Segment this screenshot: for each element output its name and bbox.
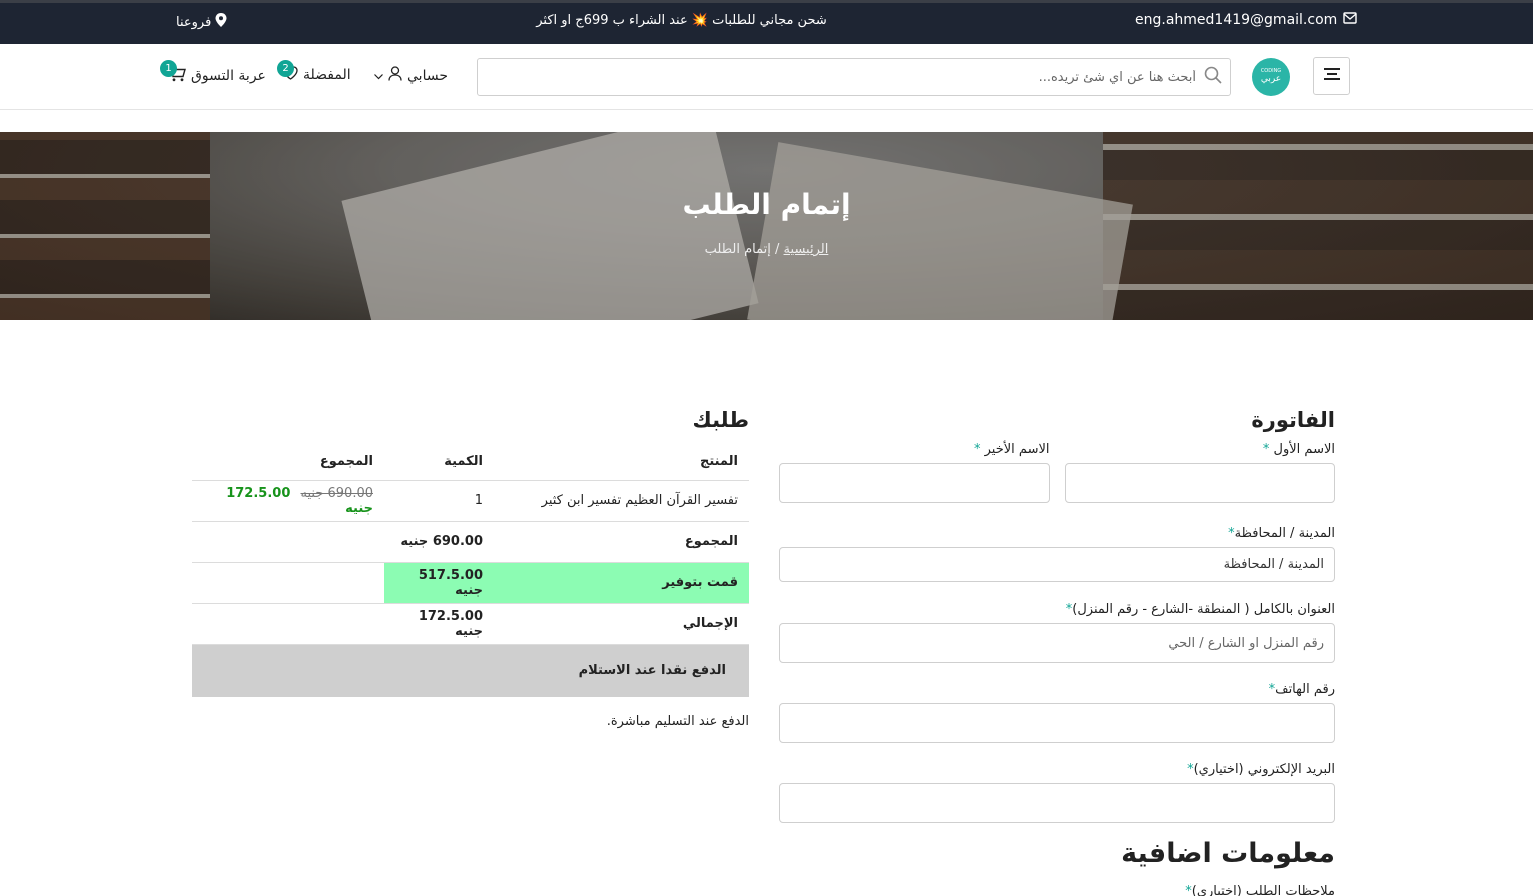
phone-group: رقم الهاتف* xyxy=(779,682,1335,743)
email-label: البريد الإلكتروني (اختياري)* xyxy=(779,762,1335,777)
phone-field[interactable] xyxy=(779,703,1335,743)
savings-empty xyxy=(192,562,384,604)
phone-label: رقم الهاتف* xyxy=(779,682,1335,697)
favorites-count-badge: 2 xyxy=(277,60,294,77)
city-label-text: المدينة / المحافظة xyxy=(1234,526,1335,541)
savings-value: 517.5.00 جنيه xyxy=(384,562,494,604)
breadcrumb-current: إتمام الطلب xyxy=(704,242,771,257)
user-icon xyxy=(388,66,402,85)
site-logo[interactable]: CODING عربي xyxy=(1252,58,1290,96)
subtotal-row: المجموع 690.00 جنيه xyxy=(192,521,749,563)
favorites-link[interactable]: المفضلة 2 xyxy=(277,60,351,84)
main-header: CODING عربي حسابي المفضلة 2 عربة التسوق … xyxy=(0,44,1533,110)
product-qty: 1 xyxy=(384,480,494,522)
last-name-label: الاسم الأخير * xyxy=(779,442,1050,457)
payment-description: الدفع عند التسليم مباشرة. xyxy=(606,713,749,729)
last-name-group: الاسم الأخير * xyxy=(779,442,1050,503)
chevron-down-icon xyxy=(374,68,383,84)
order-table: المنتج الكمية المجموع تفسير القرآن العظي… xyxy=(192,444,749,645)
order-notes-label: ملاحظات الطلب (اختياري)* xyxy=(779,884,1335,896)
address-group: العنوان بالكامل ( المنطقة -الشارع - رقم … xyxy=(779,602,1335,663)
order-title: طلبك xyxy=(692,408,749,432)
address-label-text: العنوان بالكامل ( المنطقة -الشارع - رقم … xyxy=(1072,602,1335,617)
product-name: تفسير القرآن العظيم تفسير ابن كثير xyxy=(494,480,749,522)
required-mark: * xyxy=(973,442,981,457)
first-name-label-text: الاسم الأول xyxy=(1273,442,1335,457)
email-label-text: البريد الإلكتروني (اختياري) xyxy=(1193,762,1335,777)
product-price: 690.00 جنيه 172.5.00 جنيه xyxy=(192,480,384,522)
subtotal-label: المجموع xyxy=(494,521,749,563)
address-label: العنوان بالكامل ( المنطقة -الشارع - رقم … xyxy=(779,602,1335,617)
banner-overlay xyxy=(0,132,1533,320)
account-label[interactable]: حسابي xyxy=(407,68,448,84)
page-banner: إتمام الطلب الرئيسية / إتمام الطلب xyxy=(0,132,1533,320)
payment-method-cod[interactable]: الدفع نقدا عند الاستلام xyxy=(192,644,749,697)
breadcrumb-separator: / xyxy=(775,242,780,257)
cart-label[interactable]: عربة التسوق xyxy=(191,68,266,84)
order-notes-label-text: ملاحظات الطلب (اختياري) xyxy=(1191,884,1335,896)
search-input[interactable] xyxy=(486,69,1196,85)
savings-label: قمت بتوفير xyxy=(494,562,749,604)
first-name-field[interactable] xyxy=(1064,463,1335,503)
heart-icon: 2 xyxy=(277,60,298,84)
additional-info-title: معلومات اضافية xyxy=(1121,838,1335,869)
favorites-label[interactable]: المفضلة xyxy=(303,67,351,83)
cart-count-badge: 1 xyxy=(160,60,177,77)
table-row: تفسير القرآن العظيم تفسير ابن كثير 1 690… xyxy=(192,480,749,522)
cart-icon: 1 xyxy=(160,60,186,86)
col-product: المنتج xyxy=(494,444,749,481)
page-title: إتمام الطلب xyxy=(682,188,851,221)
last-name-label-text: الاسم الأخير xyxy=(984,442,1050,457)
old-price: 690.00 جنيه xyxy=(300,485,373,501)
menu-toggle-button[interactable] xyxy=(1313,57,1350,95)
search-icon[interactable] xyxy=(1204,66,1222,88)
total-label: الإجمالي xyxy=(494,603,749,645)
search-bar xyxy=(477,58,1231,96)
last-name-field[interactable] xyxy=(779,463,1050,503)
order-table-header: المنتج الكمية المجموع xyxy=(192,444,749,481)
first-name-group: الاسم الأول * xyxy=(1064,442,1335,503)
first-name-label: الاسم الأول * xyxy=(1065,442,1335,457)
account-menu[interactable]: حسابي xyxy=(374,66,448,85)
subtotal-empty xyxy=(192,521,384,563)
name-row: الاسم الأول * الاسم الأخير * xyxy=(779,442,1335,503)
city-group: المدينة / المحافظة* المدينة / المحافظة xyxy=(779,526,1335,582)
map-pin-icon xyxy=(215,13,227,31)
col-quantity: الكمية xyxy=(384,444,494,481)
city-label: المدينة / المحافظة* xyxy=(779,526,1335,541)
branches-label[interactable]: فروعنا xyxy=(176,15,211,30)
billing-title: الفاتورة xyxy=(1251,408,1335,432)
logo-main-text: عربي xyxy=(1260,73,1282,84)
address-field[interactable] xyxy=(779,623,1335,663)
total-row: الإجمالي 172.5.00 جنيه xyxy=(192,603,749,645)
phone-label-text: رقم الهاتف xyxy=(1275,682,1335,697)
col-total: المجموع xyxy=(192,444,384,481)
subtotal-value: 690.00 جنيه xyxy=(384,521,494,563)
branches-link[interactable]: فروعنا xyxy=(176,13,227,31)
hamburger-icon xyxy=(1323,67,1340,85)
savings-row: قمت بتوفير 517.5.00 جنيه xyxy=(192,562,749,604)
cart-link[interactable]: عربة التسوق 1 xyxy=(160,60,266,86)
required-mark: * xyxy=(1262,442,1270,457)
email-group: البريد الإلكتروني (اختياري)* xyxy=(779,762,1335,823)
order-summary: طلبك المنتج الكمية المجموع تفسير القرآن … xyxy=(192,408,749,729)
top-bar: eng.ahmed1419@gmail.com شحن مجاني للطلبا… xyxy=(0,0,1533,44)
total-empty xyxy=(192,603,384,645)
breadcrumb-home-link[interactable]: الرئيسية xyxy=(784,242,829,257)
total-value: 172.5.00 جنيه xyxy=(384,603,494,645)
breadcrumb: الرئيسية / إتمام الطلب xyxy=(0,242,1533,257)
billing-form: الفاتورة الاسم الأول * الاسم الأخير * ال… xyxy=(779,408,1335,896)
city-select[interactable]: المدينة / المحافظة xyxy=(779,547,1335,582)
email-field[interactable] xyxy=(779,783,1335,823)
